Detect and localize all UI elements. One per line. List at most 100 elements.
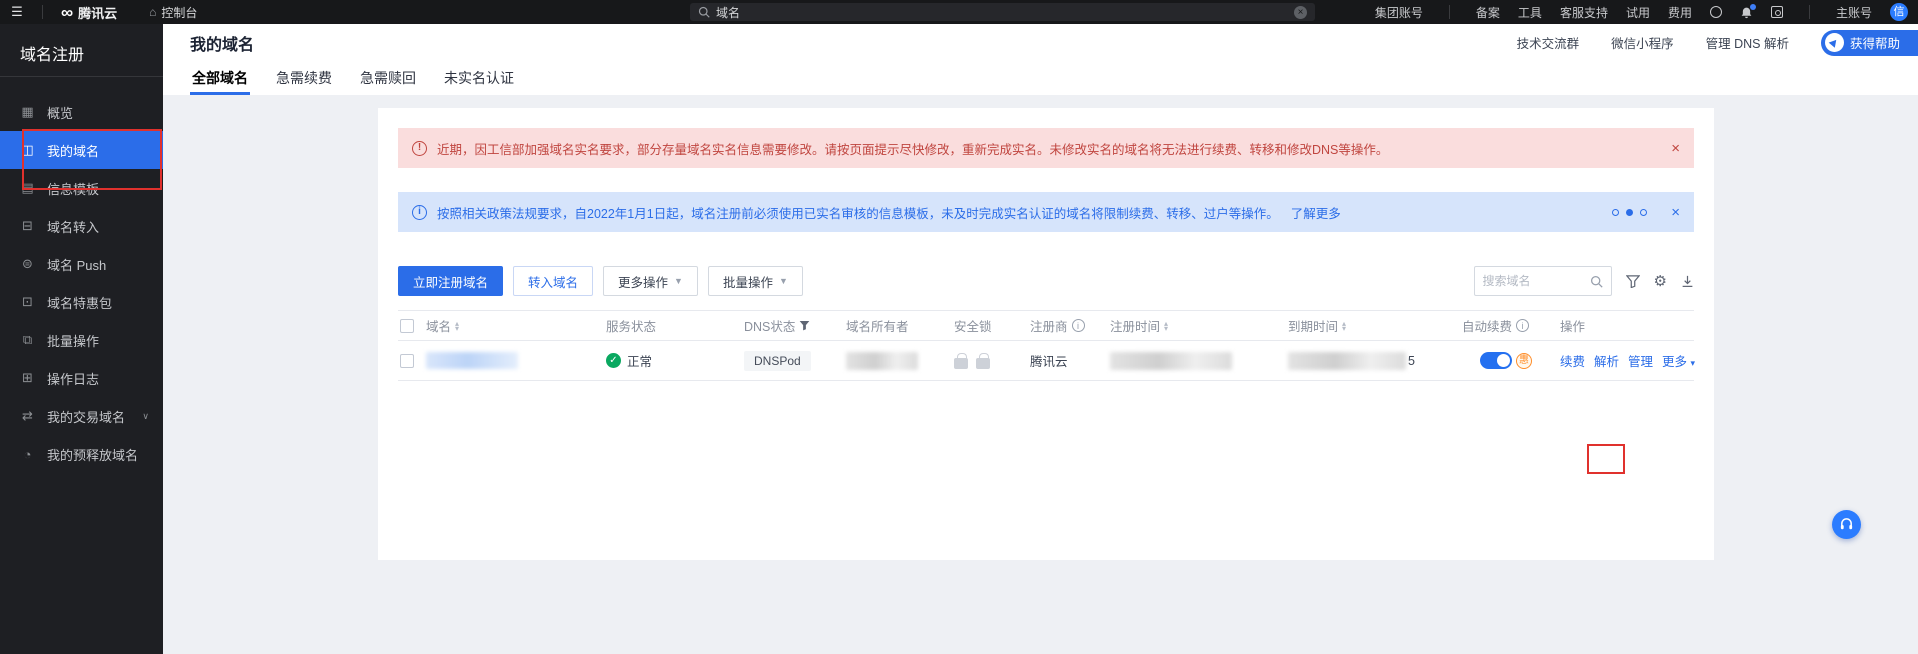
tab-need-redeem[interactable]: 急需赎回	[358, 61, 418, 95]
nav-support[interactable]: 客服支持	[1560, 4, 1608, 21]
learn-more-link[interactable]: 了解更多	[1291, 203, 1341, 222]
divider	[42, 5, 43, 19]
renew-link[interactable]: 续费	[1560, 351, 1585, 370]
console-config-icon[interactable]	[1771, 6, 1783, 18]
close-icon[interactable]: ×	[1671, 140, 1680, 157]
discount-package-icon: ⊡	[20, 294, 35, 310]
sidebar-item-discount-package[interactable]: ⊡ 域名特惠包	[0, 283, 163, 321]
status-ok-icon: ✓	[606, 353, 621, 368]
sidebar-item-my-domains[interactable]: ◫ 我的域名	[0, 131, 163, 169]
carousel-dots	[1612, 209, 1647, 216]
pre-release-icon: ◔	[20, 447, 35, 462]
sort-icon[interactable]: ▴▾	[455, 321, 459, 331]
nav-trial[interactable]: 试用	[1626, 4, 1650, 21]
col-owner: 域名所有者	[846, 316, 954, 335]
sidebar-item-domain-push[interactable]: ⊜ 域名 Push	[0, 245, 163, 283]
avatar[interactable]: 信	[1890, 3, 1908, 21]
expiration-suffix: 5	[1408, 354, 1415, 368]
sidebar-item-transfer-in[interactable]: ⊟ 域名转入	[0, 207, 163, 245]
nav-billing[interactable]: 费用	[1668, 4, 1692, 21]
hamburger-menu-icon[interactable]: ☰	[0, 4, 34, 20]
col-auto-renew: 自动续费	[1462, 316, 1512, 335]
warning-text: 近期，因工信部加强域名实名要求，部分存量域名实名信息需要修改。请按页面提示尽快修…	[437, 139, 1388, 158]
tab-all-domains[interactable]: 全部域名	[190, 61, 250, 95]
notification-badge	[1750, 4, 1756, 10]
top-navbar: ☰ ∞ 腾讯云 ⌂ 控制台 × 集团账号 备案 工具 客服支持 试用 费用 主账…	[0, 0, 1918, 24]
search-icon	[1590, 275, 1603, 288]
expiration-time-redacted	[1288, 352, 1406, 370]
domain-name-redacted[interactable]	[426, 352, 518, 369]
cloud-logo-icon: ∞	[61, 4, 73, 21]
warning-banner: ! 近期，因工信部加强域名实名要求，部分存量域名实名信息需要修改。请按页面提示尽…	[398, 128, 1694, 168]
carousel-dot[interactable]	[1640, 209, 1647, 216]
select-all-checkbox[interactable]	[400, 319, 414, 333]
carousel-dot-active[interactable]	[1626, 209, 1633, 216]
info-icon[interactable]: i	[1516, 319, 1529, 332]
registration-time-redacted	[1110, 352, 1232, 370]
info-icon[interactable]: i	[1072, 319, 1085, 332]
link-tech-group[interactable]: 技术交流群	[1517, 33, 1580, 52]
col-service-status: 服务状态	[606, 316, 744, 335]
chevron-down-icon: ∨	[142, 411, 149, 422]
more-dropdown-link[interactable]: 更多 ▾	[1662, 351, 1695, 370]
nav-group-account[interactable]: 集团账号	[1375, 4, 1423, 21]
overview-icon: ▦	[20, 104, 35, 120]
filter-icon[interactable]	[799, 320, 810, 331]
tencent-cloud-logo[interactable]: ∞ 腾讯云	[61, 3, 117, 22]
sidebar-item-overview[interactable]: ▦ 概览	[0, 93, 163, 131]
voucher-icon[interactable]	[1710, 6, 1722, 18]
row-checkbox[interactable]	[400, 354, 414, 368]
my-domains-icon: ◫	[20, 142, 35, 158]
dns-provider-tag: DNSPod	[744, 351, 811, 371]
transfer-in-button[interactable]: 转入域名	[513, 266, 593, 296]
domain-push-icon: ⊜	[20, 256, 35, 272]
global-search-input[interactable]	[716, 5, 1288, 19]
lock-icon[interactable]	[954, 358, 968, 369]
col-domain: 域名	[426, 316, 451, 335]
download-icon[interactable]	[1681, 275, 1694, 288]
chevron-down-icon: ▼	[779, 276, 788, 286]
carousel-dot[interactable]	[1612, 209, 1619, 216]
customer-service-button[interactable]	[1832, 510, 1861, 539]
clear-search-icon[interactable]: ×	[1294, 6, 1307, 19]
account-menu[interactable]: 主账号	[1836, 4, 1872, 21]
transfer-lock-icon[interactable]	[976, 358, 990, 369]
sort-icon[interactable]: ▴▾	[1342, 321, 1346, 331]
sidebar: 域名注册 ▦ 概览 ◫ 我的域名 ▤ 信息模板 ⊟ 域名转入 ⊜ 域名 Push…	[0, 24, 163, 654]
manage-link[interactable]: 管理	[1628, 351, 1653, 370]
gear-icon[interactable]: ⚙	[1654, 274, 1667, 289]
domain-search-input[interactable]	[1483, 274, 1584, 288]
domain-search-box[interactable]	[1474, 266, 1612, 296]
batch-actions-dropdown[interactable]: 批量操作 ▼	[708, 266, 803, 296]
sidebar-item-info-template[interactable]: ▤ 信息模板	[0, 169, 163, 207]
navbar-right: 集团账号 备案 工具 客服支持 试用 费用 主账号 信	[1375, 0, 1908, 24]
console-link[interactable]: ⌂ 控制台	[149, 4, 197, 21]
help-compass-icon	[1825, 33, 1844, 52]
search-icon	[698, 6, 710, 18]
sidebar-item-batch-operation[interactable]: ⧉ 批量操作	[0, 321, 163, 359]
sidebar-item-operation-log[interactable]: ⊞ 操作日志	[0, 359, 163, 397]
get-help-button[interactable]: 获得帮助	[1821, 30, 1918, 56]
link-wechat-miniprogram[interactable]: 微信小程序	[1611, 33, 1674, 52]
info-template-icon: ▤	[20, 180, 35, 196]
register-domain-button[interactable]: 立即注册域名	[398, 266, 503, 296]
close-icon[interactable]: ×	[1671, 204, 1680, 221]
chevron-down-icon: ▼	[674, 276, 683, 286]
brand-name: 腾讯云	[78, 3, 117, 22]
nav-tools[interactable]: 工具	[1518, 4, 1542, 21]
sort-icon[interactable]: ▴▾	[1164, 321, 1168, 331]
promo-badge[interactable]: 惠	[1516, 353, 1532, 369]
auto-renew-toggle[interactable]	[1480, 352, 1512, 369]
link-manage-dns[interactable]: 管理 DNS 解析	[1706, 33, 1789, 52]
more-actions-dropdown[interactable]: 更多操作 ▼	[603, 266, 698, 296]
nav-icp[interactable]: 备案	[1476, 4, 1500, 21]
trade-domains-icon: ⇄	[20, 408, 35, 424]
sidebar-item-pre-release-domains[interactable]: ◔ 我的预释放域名	[0, 435, 163, 473]
sidebar-item-trade-domains[interactable]: ⇄ 我的交易域名 ∨	[0, 397, 163, 435]
tab-need-renewal[interactable]: 急需续费	[274, 61, 334, 95]
tab-not-verified[interactable]: 未实名认证	[442, 61, 516, 95]
global-search[interactable]: ×	[690, 3, 1315, 21]
filter-icon[interactable]	[1626, 275, 1640, 288]
bell-icon[interactable]	[1740, 6, 1753, 19]
resolve-link[interactable]: 解析	[1594, 351, 1619, 370]
